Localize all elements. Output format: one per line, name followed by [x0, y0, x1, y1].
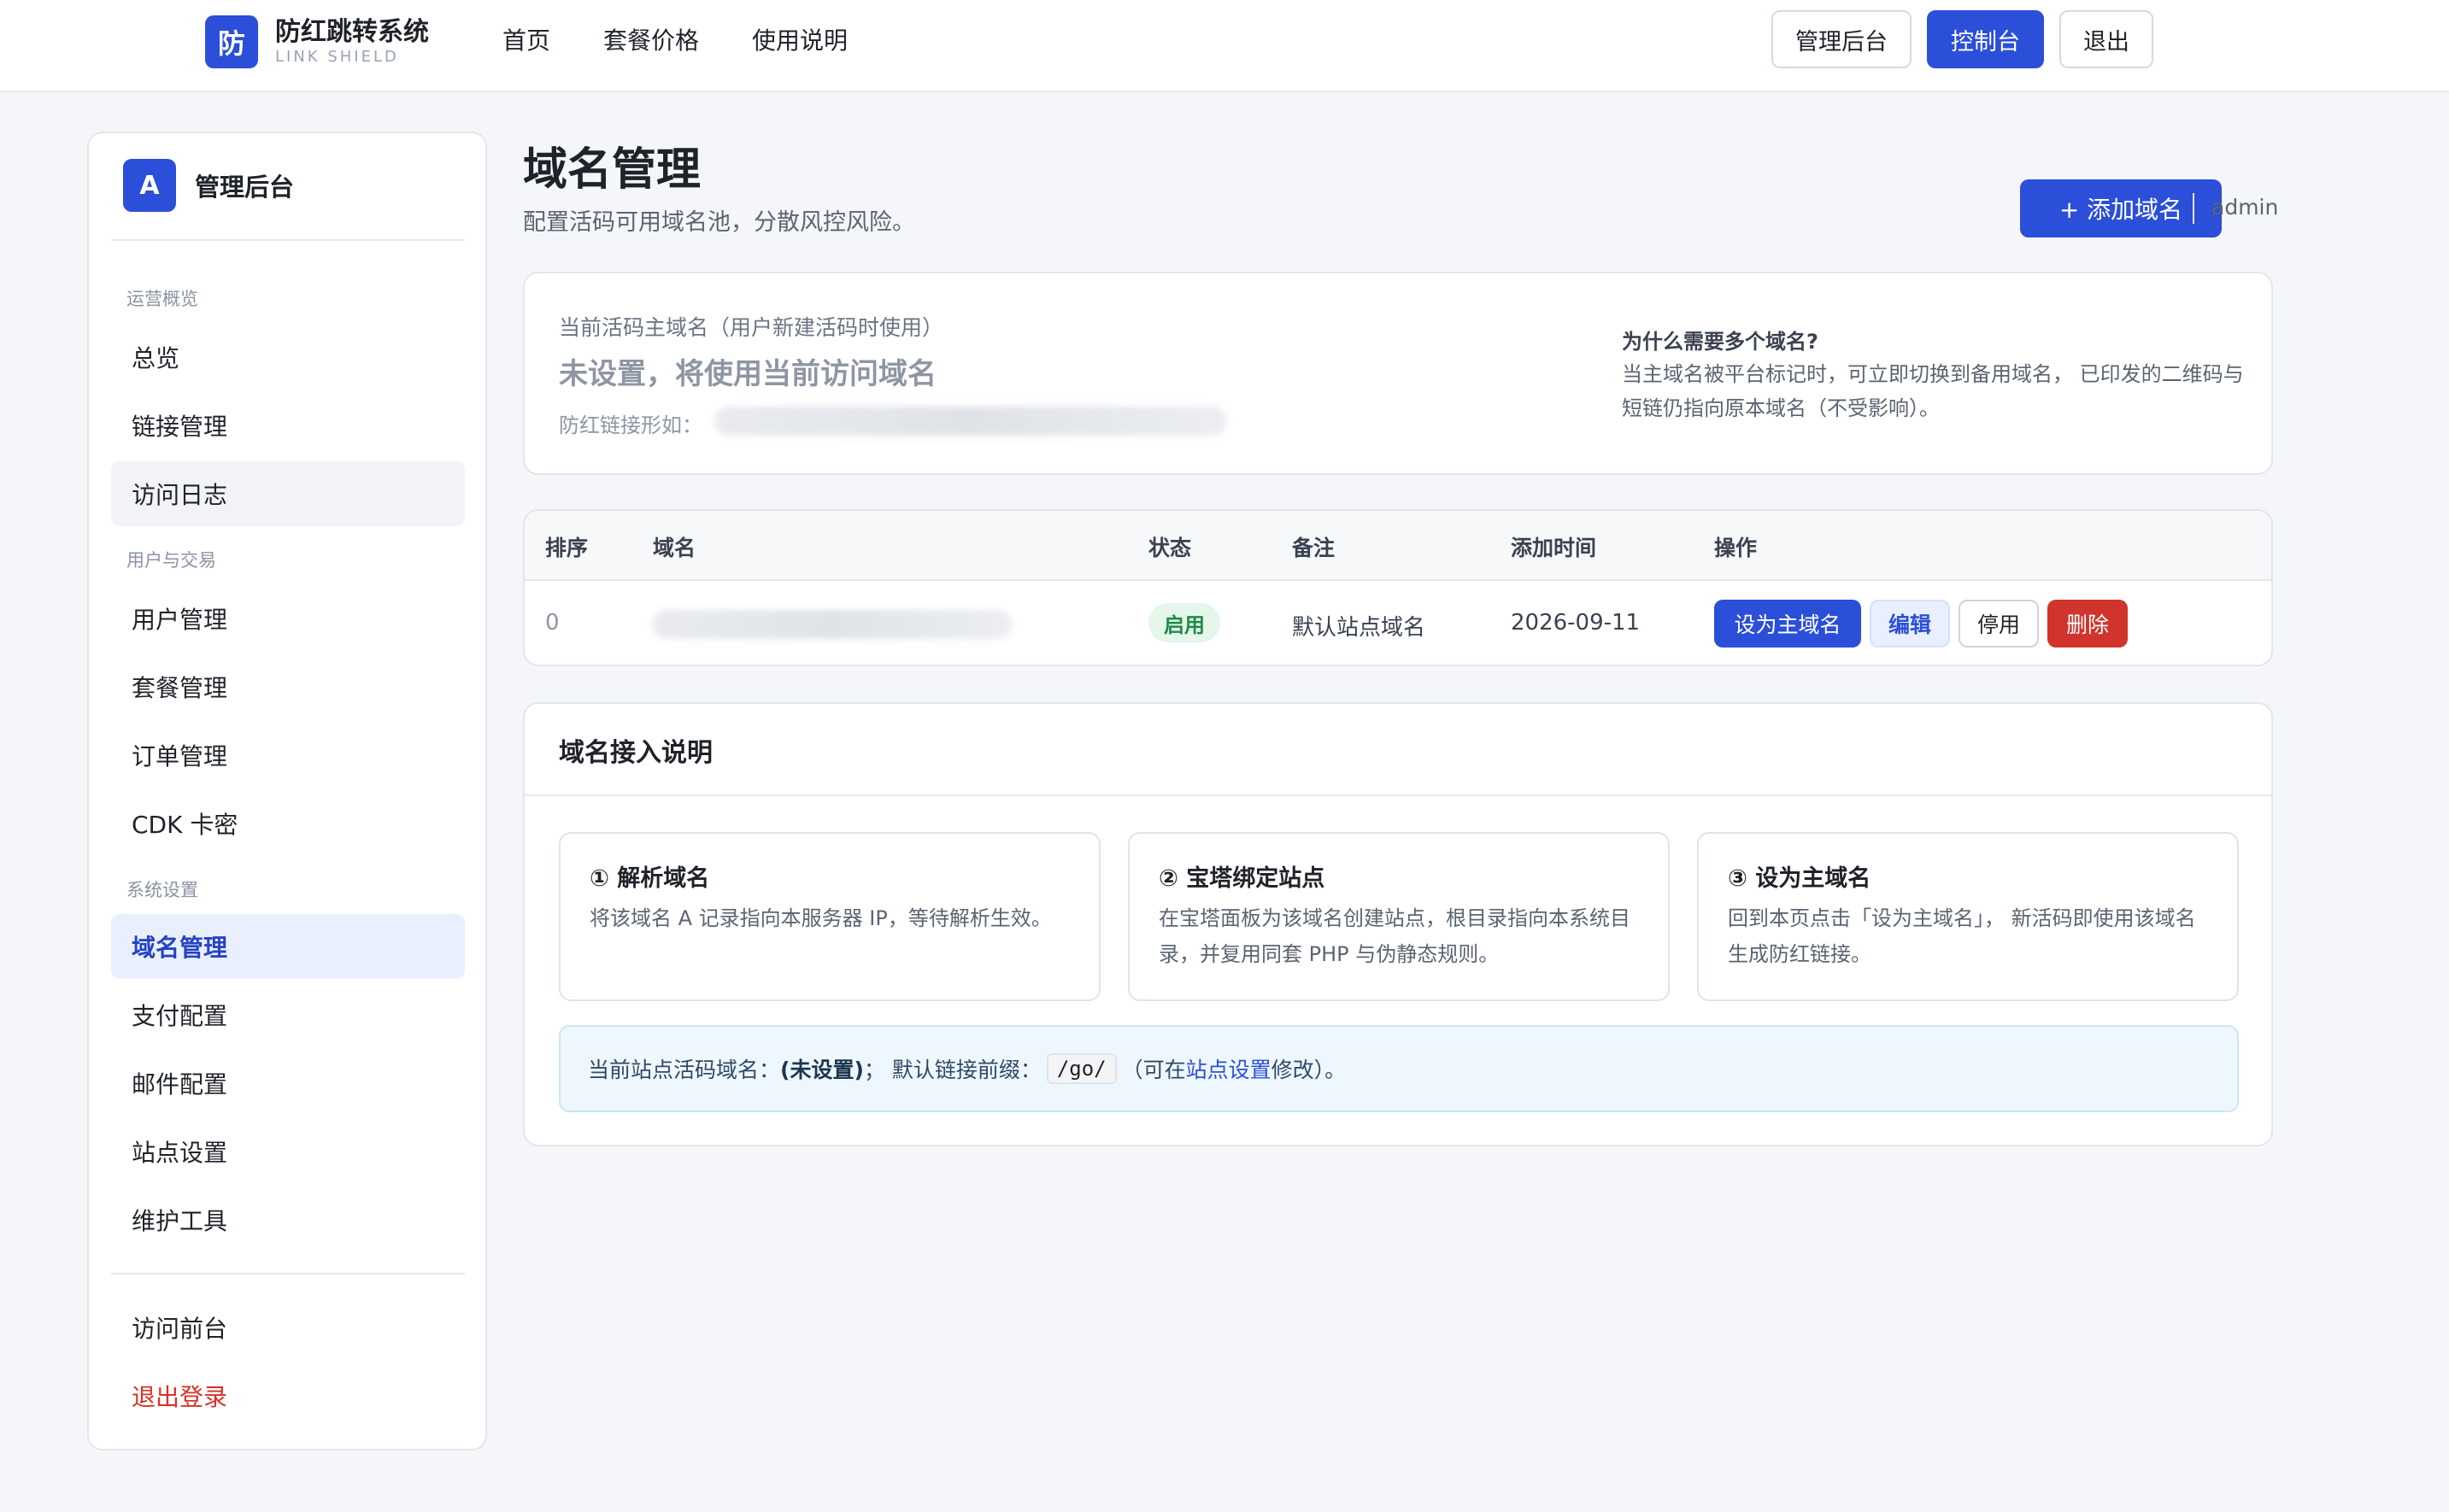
guide-step: ① 解析域名 将该域名 A 记录指向本服务器 IP，等待解析生效。	[559, 832, 1101, 1001]
sidebar-item-users[interactable]: 用户管理	[111, 586, 465, 651]
step-title: ③ 设为主域名	[1728, 865, 1871, 892]
brand[interactable]: 防 防红跳转系统 LINK SHIELD	[205, 15, 429, 68]
column-order: 排序	[545, 536, 589, 560]
sidebar-item-payment[interactable]: 支付配置	[111, 982, 465, 1047]
sidebar-item-links[interactable]: 链接管理	[111, 393, 465, 458]
set-main-domain-button[interactable]: 设为主域名	[1714, 600, 1861, 648]
row-added-date: 2026-09-11	[1511, 610, 1641, 636]
sidebar-group-system: 系统设置	[126, 880, 198, 900]
column-actions: 操作	[1714, 536, 1758, 560]
edit-button[interactable]: 编辑	[1870, 600, 1950, 648]
sidebar-item-logs[interactable]: 访问日志	[111, 461, 465, 526]
sidebar-divider	[111, 239, 465, 241]
top-navbar: 防 防红跳转系统 LINK SHIELD 首页 套餐价格 使用说明 管理后台 控…	[0, 0, 2449, 92]
nav-pricing[interactable]: 套餐价格	[603, 24, 699, 58]
admin-button[interactable]: 管理后台	[1771, 10, 1912, 68]
step-text: 在宝塔面板为该域名创建站点，根目录指向本系统目录，并复用同套 PHP 与伪静态规…	[1159, 906, 1630, 966]
add-domain-button[interactable]: + 添加域名	[2020, 179, 2222, 237]
step-text: 将该域名 A 记录指向本服务器 IP，等待解析生效。	[590, 906, 1052, 930]
page-title: 域名管理	[523, 144, 702, 196]
sidebar-item-mail[interactable]: 邮件配置	[111, 1051, 465, 1116]
main-domain-card: 当前活码主域名（用户新建活码时使用） 未设置，将使用当前访问域名 防红链接形如：…	[523, 272, 2273, 475]
info-note: 当前站点活码域名： (未设置) ； 默认链接前缀： /go/ （可在 站点设置 …	[559, 1025, 2239, 1112]
main-domain-label: 当前活码主域名（用户新建活码时使用）	[559, 315, 944, 340]
brand-title: 防红跳转系统	[275, 17, 429, 47]
domain-table: 排序 域名 状态 备注 添加时间 操作 0 启用 默认站点域名 2026-09-…	[523, 509, 2273, 666]
link-example-label: 防红链接形如：	[559, 413, 702, 437]
row-note: 默认站点域名	[1292, 615, 1426, 641]
guide-step: ③ 设为主域名 回到本页点击「设为主域名」， 新活码即使用该域名生成防红链接。	[1697, 832, 2239, 1001]
sidebar-item-maintenance[interactable]: 维护工具	[111, 1187, 465, 1252]
domain-guide-card: 域名接入说明 ① 解析域名 将该域名 A 记录指向本服务器 IP，等待解析生效。…	[523, 702, 2273, 1146]
status-badge: 启用	[1148, 603, 1220, 642]
column-status: 状态	[1148, 536, 1192, 560]
note-domain-value: (未设置)	[780, 1058, 864, 1082]
why-text: 当主域名被平台标记时，可立即切换到备用域名， 已印发的二维码与短链仍指向原本域名…	[1622, 362, 2244, 420]
step-text: 回到本页点击「设为主域名」， 新活码即使用该域名生成防红链接。	[1728, 906, 2196, 966]
disable-button[interactable]: 停用	[1959, 600, 2039, 648]
sidebar-item-site[interactable]: 站点设置	[111, 1119, 465, 1184]
redacted-domain	[653, 610, 1012, 639]
console-button[interactable]: 控制台	[1927, 10, 2044, 68]
table-header: 排序 域名 状态 备注 添加时间 操作	[525, 511, 2271, 581]
site-settings-link[interactable]: 站点设置	[1186, 1053, 1271, 1084]
top-actions: 管理后台 控制台 退出	[1756, 10, 2153, 68]
sidebar-group-users: 用户与交易	[126, 550, 216, 571]
delete-button[interactable]: 删除	[2047, 600, 2128, 648]
guide-title: 域名接入说明	[559, 738, 713, 768]
sidebar-divider	[111, 1273, 465, 1275]
column-note: 备注	[1292, 536, 1336, 560]
page-subtitle: 配置活码可用域名池，分散风控风险。	[523, 209, 915, 236]
sidebar-item-frontend[interactable]: 访问前台	[111, 1295, 465, 1360]
column-domain: 域名	[653, 536, 696, 560]
brand-logo: 防	[205, 15, 258, 68]
divider	[2193, 193, 2194, 224]
sidebar: A 管理后台 运营概览 总览 链接管理 访问日志 用户与交易 用户管理 套餐管理…	[87, 132, 487, 1450]
sidebar-header: A 管理后台	[123, 159, 294, 212]
main-domain-value: 未设置，将使用当前访问域名	[559, 357, 937, 391]
divider	[525, 794, 2271, 796]
sidebar-item-orders[interactable]: 订单管理	[111, 723, 465, 788]
brand-subtitle: LINK SHIELD	[275, 48, 399, 66]
sidebar-item-signout[interactable]: 退出登录	[111, 1363, 465, 1428]
link-prefix-code: /go/	[1046, 1053, 1117, 1084]
sidebar-item-plans[interactable]: 套餐管理	[111, 654, 465, 719]
note-open: （可在	[1121, 1058, 1186, 1082]
nav-docs[interactable]: 使用说明	[752, 24, 848, 58]
sidebar-item-overview[interactable]: 总览	[111, 325, 465, 390]
main-nav: 首页 套餐价格 使用说明	[502, 24, 901, 58]
note-close: 修改）。	[1271, 1058, 1347, 1082]
guide-step: ② 宝塔绑定站点 在宝塔面板为该域名创建站点，根目录指向本系统目录，并复用同套 …	[1128, 832, 1670, 1001]
sidebar-item-cdk[interactable]: CDK 卡密	[111, 791, 465, 856]
column-added: 添加时间	[1511, 536, 1597, 560]
step-title: ② 宝塔绑定站点	[1159, 865, 1325, 892]
sidebar-group-ops: 运营概览	[126, 289, 198, 309]
step-title: ① 解析域名	[590, 865, 710, 892]
row-order: 0	[545, 610, 560, 636]
avatar: A	[123, 159, 176, 212]
current-user: admin	[2211, 195, 2279, 220]
sidebar-item-domains[interactable]: 域名管理	[111, 914, 465, 979]
logout-button[interactable]: 退出	[2059, 10, 2153, 68]
redacted-link-example	[714, 407, 1227, 436]
note-prefix: 当前站点活码域名：	[588, 1058, 781, 1082]
brand-text: 防红跳转系统 LINK SHIELD	[275, 17, 429, 67]
note-mid: ； 默认链接前缀：	[863, 1058, 1042, 1082]
nav-home[interactable]: 首页	[502, 24, 550, 58]
why-title: 为什么需要多个域名?	[1622, 330, 1818, 354]
sidebar-title: 管理后台	[195, 173, 295, 202]
